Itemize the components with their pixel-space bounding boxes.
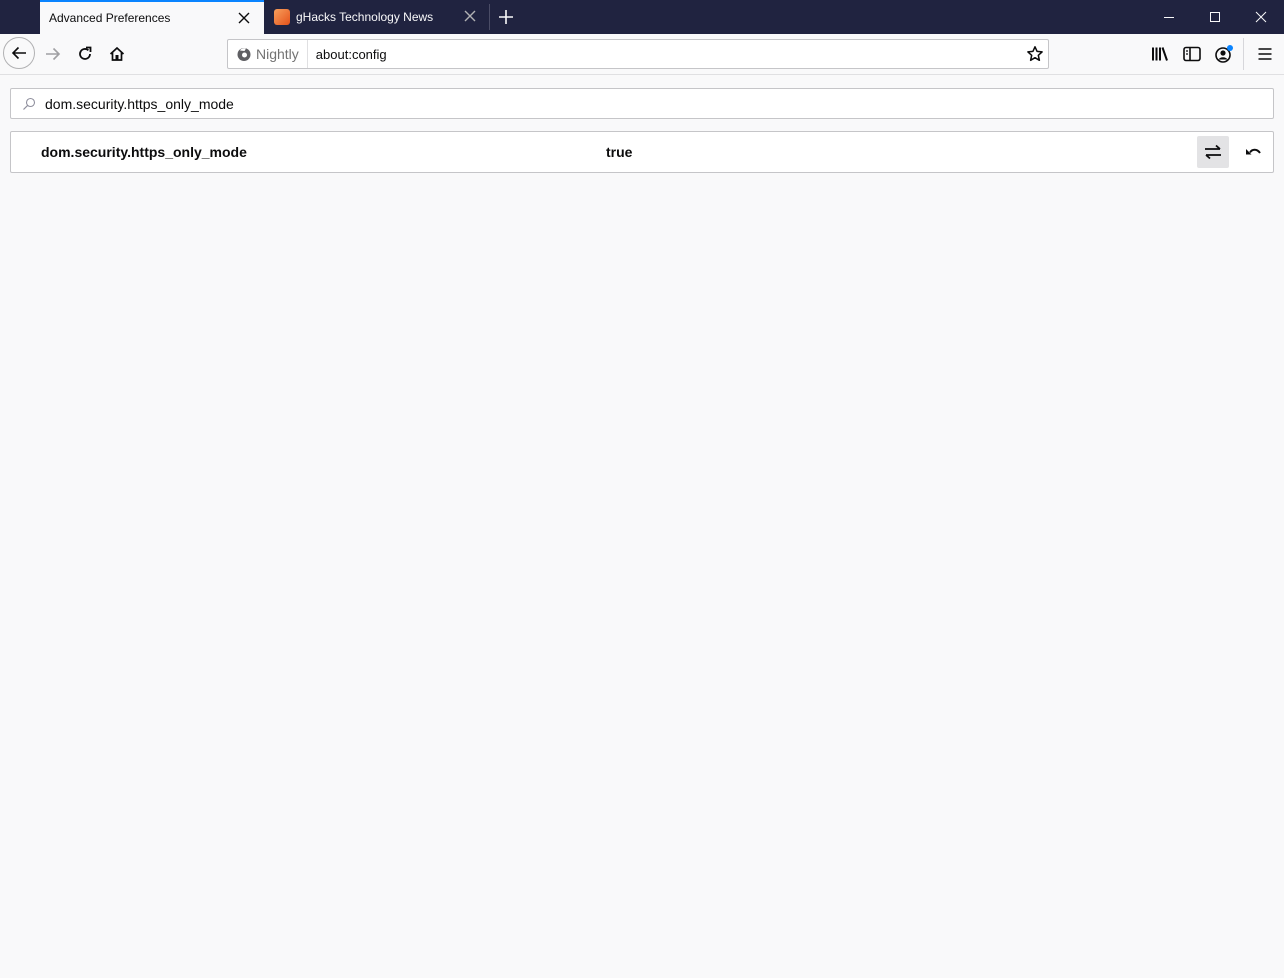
maximize-button[interactable] (1192, 0, 1238, 34)
ghacks-favicon-icon (274, 9, 290, 25)
preference-row: dom.security.https_only_mode true (10, 131, 1274, 173)
account-icon (1215, 45, 1233, 63)
preference-search-box[interactable] (10, 88, 1274, 119)
menu-button[interactable] (1249, 38, 1281, 70)
home-button[interactable] (101, 38, 133, 70)
back-arrow-icon (11, 46, 26, 60)
identity-box[interactable]: Nightly (228, 40, 308, 68)
toggle-icon (1205, 144, 1221, 160)
navigation-toolbar: Nightly about:config (0, 34, 1284, 75)
tab-advanced-preferences[interactable]: Advanced Preferences (40, 0, 264, 34)
search-icon (23, 97, 36, 110)
bookmark-star-icon[interactable] (1026, 45, 1044, 66)
forward-arrow-icon (46, 47, 61, 61)
library-icon (1152, 47, 1168, 61)
close-window-button[interactable] (1238, 0, 1284, 34)
sidebar-icon (1183, 46, 1201, 62)
tab-label: gHacks Technology News (296, 10, 434, 24)
preference-name: dom.security.https_only_mode (41, 144, 247, 160)
home-icon (109, 46, 125, 61)
toggle-button[interactable] (1197, 136, 1229, 168)
reset-button[interactable] (1237, 136, 1269, 168)
new-tab-button[interactable] (494, 5, 518, 29)
hamburger-menu-icon (1258, 48, 1272, 60)
library-button[interactable] (1144, 38, 1176, 70)
minimize-button[interactable] (1146, 0, 1192, 34)
url-bar[interactable]: Nightly about:config (227, 39, 1049, 69)
sidebar-button[interactable] (1176, 38, 1208, 70)
nightly-logo-icon (237, 48, 251, 61)
reload-button[interactable] (69, 38, 101, 70)
forward-button[interactable] (37, 38, 69, 70)
title-bar: Advanced Preferences gHacks Technology N… (0, 0, 1284, 34)
account-button[interactable] (1208, 38, 1240, 70)
url-text[interactable]: about:config (316, 47, 387, 62)
preference-value[interactable]: true (606, 144, 632, 160)
back-button[interactable] (3, 37, 35, 69)
close-tab-icon[interactable] (460, 6, 480, 26)
tab-label: Advanced Preferences (49, 11, 171, 25)
identity-label: Nightly (256, 46, 299, 62)
toolbar-separator (1243, 38, 1244, 70)
tab-ghacks[interactable]: gHacks Technology News (264, 0, 490, 34)
reload-icon (79, 46, 92, 60)
close-tab-icon[interactable] (234, 8, 254, 28)
reset-undo-icon (1246, 148, 1261, 155)
preference-search-input[interactable] (45, 95, 1145, 112)
tab-separator (489, 4, 490, 30)
